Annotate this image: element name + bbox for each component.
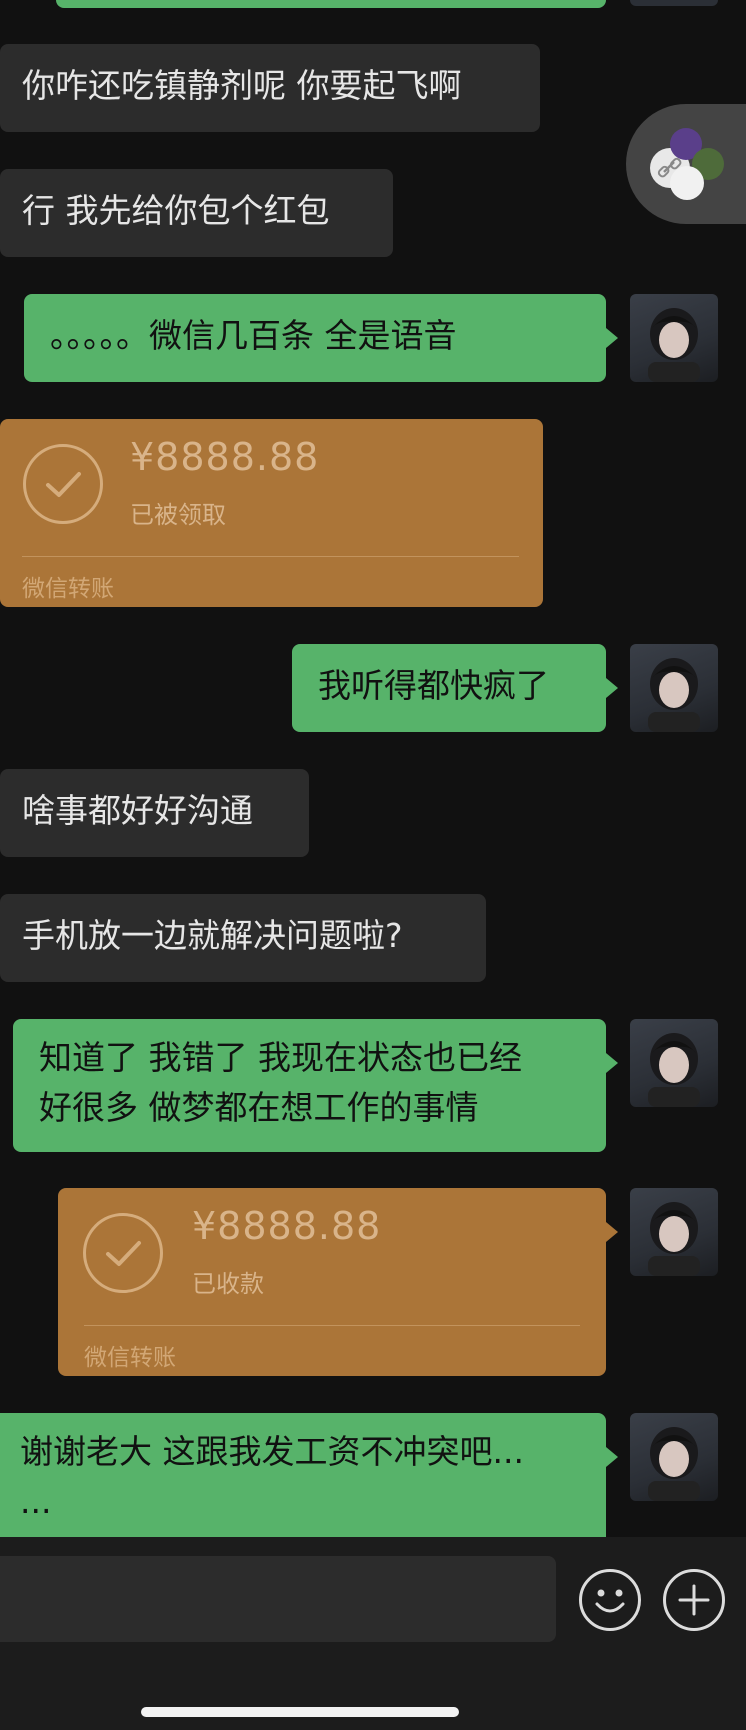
outgoing-message-bubble[interactable]: 。。。。。微信几百条 全是语音 xyxy=(24,294,618,382)
message-input[interactable] xyxy=(0,1556,556,1642)
divider xyxy=(84,1325,580,1326)
avatar[interactable] xyxy=(630,1019,718,1107)
transfer-label: 微信转账 xyxy=(84,1345,176,1371)
avatar[interactable] xyxy=(630,1188,718,1276)
message-text-line: 好很多 做梦都在想工作的事情 xyxy=(39,1088,479,1127)
outgoing-message-bubble[interactable]: 知道了 我错了 我现在状态也已经 好很多 做梦都在想工作的事情 xyxy=(13,1019,618,1152)
incoming-message-bubble[interactable]: 行 我先给你包个红包 xyxy=(0,169,393,257)
avatar[interactable] xyxy=(630,1413,718,1501)
check-icon xyxy=(83,1213,163,1293)
app-thumbnail-icon xyxy=(670,166,704,200)
chat-input-bar xyxy=(0,1537,746,1730)
message-text: 手机放一边就解决问题啦? xyxy=(22,916,403,955)
message-text: 你咋还吃镇静剂呢 你要起飞啊 xyxy=(22,66,462,105)
check-icon xyxy=(23,444,103,524)
floating-window-ball[interactable] xyxy=(626,104,746,224)
transfer-card[interactable]: ¥8888.88 已被领取 微信转账 xyxy=(0,419,543,607)
transfer-amount: ¥8888.88 xyxy=(192,1204,382,1248)
incoming-message-bubble[interactable]: 啥事都好好沟通 xyxy=(0,769,309,857)
message-text: 行 我先给你包个红包 xyxy=(22,191,330,230)
incoming-message-bubble[interactable]: 你咋还吃镇静剂呢 你要起飞啊 xyxy=(0,44,540,132)
message-text: 。。。。。微信几百条 全是语音 xyxy=(50,316,457,355)
message-text: 我听得都快疯了 xyxy=(318,666,549,705)
previous-bubble-remnant xyxy=(56,0,606,8)
divider xyxy=(22,556,519,557)
transfer-amount: ¥8888.88 xyxy=(130,435,320,479)
avatar[interactable] xyxy=(630,644,718,732)
message-text-line: 谢谢老大 这跟我发工资不冲突吧... xyxy=(20,1432,524,1471)
transfer-status: 已被领取 xyxy=(130,501,226,529)
transfer-card[interactable]: ¥8888.88 已收款 微信转账 xyxy=(58,1188,618,1376)
transfer-label: 微信转账 xyxy=(22,576,114,602)
plus-icon[interactable] xyxy=(663,1569,725,1631)
avatar[interactable] xyxy=(630,294,718,382)
message-text-line: 知道了 我错了 我现在状态也已经 xyxy=(39,1038,522,1077)
message-text: 啥事都好好沟通 xyxy=(22,791,253,830)
outgoing-message-bubble[interactable]: 我听得都快疯了 xyxy=(292,644,618,732)
outgoing-message-bubble[interactable]: 谢谢老大 这跟我发工资不冲突吧... ... xyxy=(0,1413,618,1537)
transfer-status: 已收款 xyxy=(192,1270,264,1298)
home-indicator[interactable] xyxy=(141,1707,459,1717)
emoji-icon[interactable] xyxy=(579,1569,641,1631)
previous-avatar-remnant xyxy=(630,0,718,6)
message-text-line: ... xyxy=(20,1482,52,1521)
incoming-message-bubble[interactable]: 手机放一边就解决问题啦? xyxy=(0,894,486,982)
